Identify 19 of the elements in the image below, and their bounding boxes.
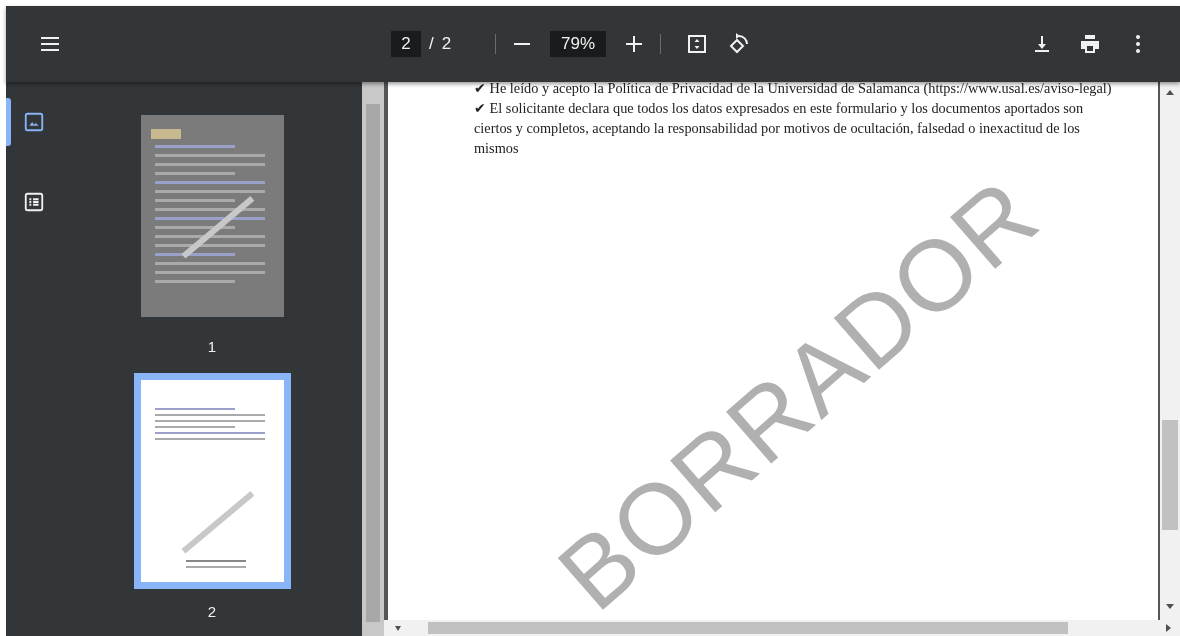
- scrollbar[interactable]: [384, 620, 1180, 636]
- page-thumbnail[interactable]: [140, 115, 284, 317]
- print-icon[interactable]: [1078, 32, 1102, 56]
- document-paragraph: ✔ He leído y acepto la Política de Privacidad de la Universidad de Salamanca (https://www.usal.es/aviso-legal): [474, 82, 1113, 98]
- document-paragraph: ✔ El solicitante declara que todos los datos expresados en este formulario y los documentos aportados son ciertos y completos, aceptando la responsabilidad por motivos de ocultación, falsedad o inexactitud de los mismos: [474, 99, 1085, 158]
- page-number: 2: [207, 603, 217, 620]
- scrollbar[interactable]: [362, 82, 384, 636]
- page-number-field[interactable]: 2: [390, 31, 421, 57]
- scrollbar[interactable]: [1160, 82, 1180, 620]
- scrollbar-thumb[interactable]: [1162, 420, 1178, 530]
- scrollbar-thumb[interactable]: [428, 622, 1068, 634]
- page-total: 2: [441, 34, 452, 54]
- page-separator: /: [428, 34, 434, 54]
- thumbnail-view-icon[interactable]: [23, 111, 45, 133]
- scrollbar-thumb[interactable]: [366, 104, 380, 622]
- outline-view-icon[interactable]: [23, 191, 45, 213]
- page-thumbnail[interactable]: [133, 373, 291, 589]
- zoom-field[interactable]: 79%: [550, 31, 607, 57]
- page-number: 1: [207, 338, 217, 355]
